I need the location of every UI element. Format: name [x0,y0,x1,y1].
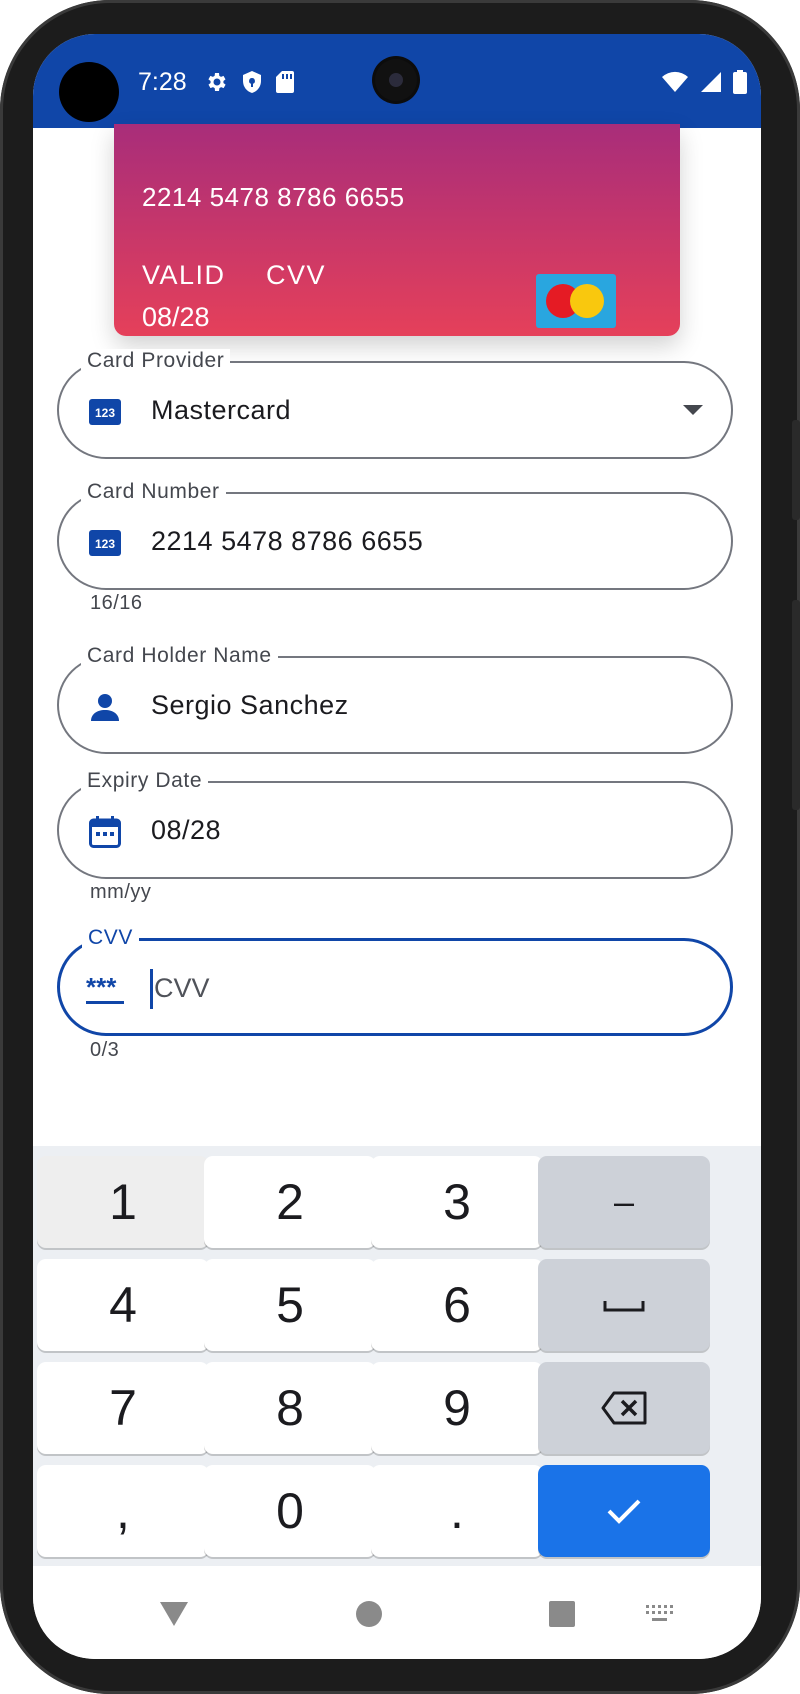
key-7[interactable]: 7 [37,1362,209,1454]
card-preview-valid-label: VALID [142,260,226,290]
card-holder-field[interactable]: Card Holder Name Sergio Sanchez [57,644,733,754]
cvv-label: CVV [82,926,139,950]
expiry-date-label: Expiry Date [81,769,209,793]
key-comma[interactable]: , [37,1465,209,1557]
phone-frame: 7:28 2214 5478 8786 6655 VALID CVV 08/28… [0,0,800,1694]
space-icon [603,1301,645,1312]
navigation-bar [33,1566,761,1659]
wifi-icon [662,71,688,92]
signal-icon [701,72,721,92]
key-0[interactable]: 0 [204,1465,376,1557]
credit-card-preview: 2214 5478 8786 6655 VALID CVV 08/28 [114,124,680,336]
numbers-icon: 123 [89,530,121,556]
cvv-placeholder: CVV [154,973,210,1003]
home-icon[interactable] [355,1600,383,1628]
key-5[interactable]: 5 [204,1259,376,1351]
card-holder-value: Sergio Sanchez [151,690,349,720]
back-icon[interactable] [159,1601,189,1627]
keyboard-switch-icon[interactable] [645,1604,675,1624]
status-icons-right [661,70,747,94]
key-8[interactable]: 8 [204,1362,376,1454]
card-number-field[interactable]: Card Number 123 2214 5478 8786 6655 [57,480,733,590]
screen: 7:28 2214 5478 8786 6655 VALID CVV 08/28… [33,34,761,1659]
front-camera [375,59,417,101]
cvv-field[interactable]: CVV *** CVV [57,926,733,1036]
card-number-label: Card Number [81,480,226,504]
key-6[interactable]: 6 [371,1259,543,1351]
status-bar: 7:28 [33,34,761,128]
recents-icon[interactable] [549,1601,575,1627]
status-time: 7:28 [138,68,187,96]
card-number-value: 2214 5478 8786 6655 [151,526,424,556]
key-done[interactable] [538,1465,710,1557]
password-icon-text: *** [86,974,117,1002]
svg-text:123: 123 [95,406,115,420]
backspace-icon [601,1391,647,1425]
battery-icon [733,70,747,94]
key-minus[interactable]: – [538,1156,710,1248]
dropdown-arrow-icon[interactable] [683,405,703,415]
key-1[interactable]: 1 [37,1156,209,1248]
key-9[interactable]: 9 [371,1362,543,1454]
key-backspace[interactable] [538,1362,710,1454]
status-icons-left [205,70,295,94]
card-provider-label: Card Provider [81,349,231,373]
card-number-helper: 16/16 [90,592,143,614]
power-button [792,420,800,520]
numeric-keyboard: 1 2 3 – 4 5 6 7 8 9 , 0 . [33,1146,761,1566]
key-3[interactable]: 3 [371,1156,543,1248]
volume-button [792,600,800,810]
numbers-icon: 123 [89,399,121,425]
card-preview-expiry: 08/28 [142,302,210,332]
card-provider-dropdown[interactable]: Card Provider 123 Mastercard [57,349,733,459]
key-space[interactable] [538,1259,710,1351]
settings-icon [208,73,226,91]
expiry-date-helper: mm/yy [90,881,152,903]
card-preview-number: 2214 5478 8786 6655 [142,182,405,212]
sd-card-icon [276,71,294,93]
cvv-helper: 0/3 [90,1039,120,1061]
mastercard-logo [536,274,616,328]
password-icon: *** [86,974,124,1004]
key-4[interactable]: 4 [37,1259,209,1351]
shield-icon [243,71,261,93]
key-period[interactable]: . [371,1465,543,1557]
checkmark-icon [607,1499,641,1524]
key-2[interactable]: 2 [204,1156,376,1248]
person-icon [91,694,119,721]
text-caret [150,969,153,1009]
calendar-icon [89,816,121,848]
camera-overlay [59,62,119,122]
card-provider-value: Mastercard [151,395,292,425]
expiry-date-value: 08/28 [151,815,222,845]
card-holder-label: Card Holder Name [81,644,278,668]
svg-text:123: 123 [95,537,115,551]
card-preview-cvv-label: CVV [266,260,327,290]
expiry-date-field[interactable]: Expiry Date 08/28 [57,769,733,879]
